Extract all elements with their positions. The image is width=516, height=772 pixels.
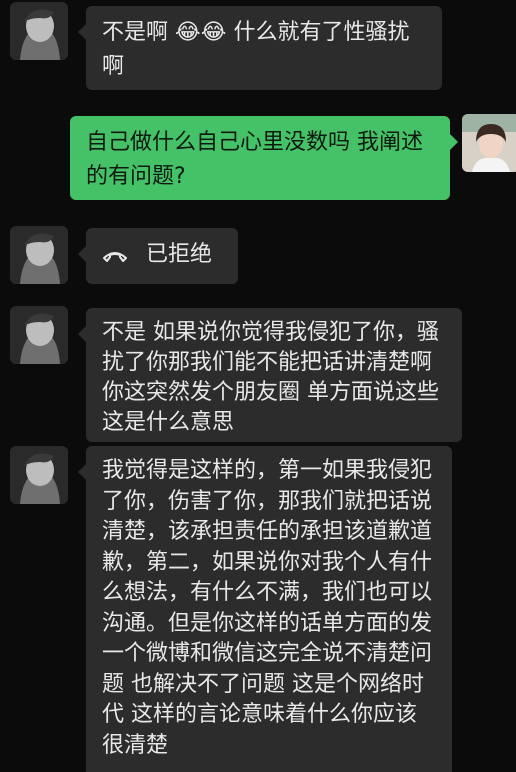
message-bubble-outgoing[interactable]: 自己做什么自己心里没数吗 我阐述的有问题? <box>70 116 458 200</box>
tears-of-joy-emoji-icon: 😂😂 <box>175 20 227 45</box>
contact-avatar[interactable] <box>10 2 68 60</box>
contact-avatar[interactable] <box>10 306 68 364</box>
phone-hangup-icon <box>103 252 127 262</box>
my-avatar[interactable] <box>462 114 516 172</box>
message-text: 我觉得是这样的，第一如果我侵犯了你，伤害了你，那我们就把话说清楚，该承担责任的承… <box>102 458 433 758</box>
contact-avatar[interactable] <box>10 446 68 504</box>
call-status-text: 已拒绝 <box>146 242 213 267</box>
message-bubble[interactable]: 我觉得是这样的，第一如果我侵犯了你，伤害了你，那我们就把话说清楚，该承担责任的承… <box>78 446 452 772</box>
message-bubble[interactable]: 不是啊 😂😂 什么就有了性骚扰啊 <box>78 6 442 90</box>
message-bubble[interactable]: 不是 如果说你觉得我侵犯了你，骚扰了你那我们能不能把话讲清楚啊 你这突然发个朋友… <box>78 308 462 442</box>
message-text: 不是啊 <box>102 20 169 45</box>
contact-avatar[interactable] <box>10 226 68 284</box>
message-text: 不是 如果说你觉得我侵犯了你，骚扰了你那我们能不能把话讲清楚啊 你这突然发个朋友… <box>102 320 439 435</box>
call-record-bubble[interactable]: 已拒绝 <box>78 228 238 284</box>
message-text: 自己做什么自己心里没数吗 我阐述的有问题? <box>86 130 423 189</box>
